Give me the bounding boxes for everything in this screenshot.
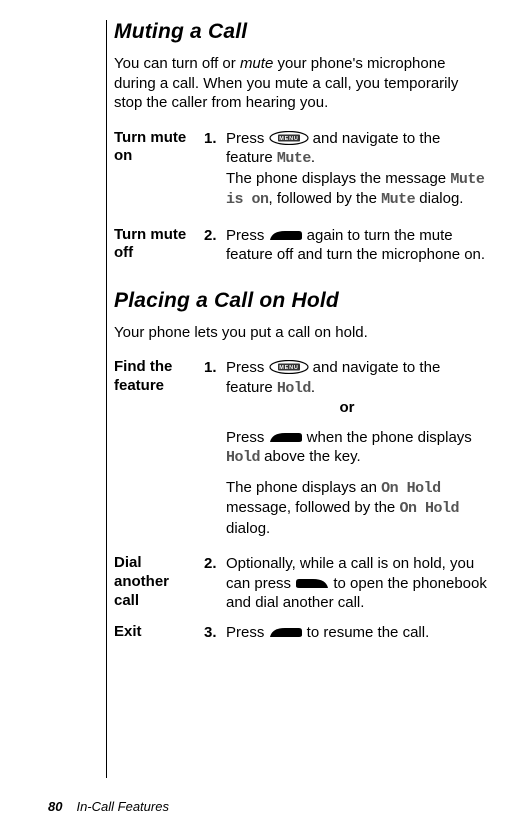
step-text: Press MENU and navigate to the feature H… (226, 358, 490, 398)
step: 2. Press again to turn the mute feature … (204, 226, 490, 265)
t: The phone displays the message (226, 170, 450, 187)
svg-text:MENU: MENU (279, 365, 298, 371)
step: 2. Optionally, while a call is on hold, … (204, 554, 490, 613)
step-text: Press to resume the call. (226, 623, 490, 643)
t: above the key. (260, 448, 361, 465)
row-turn-mute-on: Turn mute on 1. Press MENU and navigate … (114, 129, 490, 220)
t: The phone displays an (226, 479, 381, 496)
t: Press (226, 429, 269, 446)
row-body: 1. Press MENU and navigate to the featur… (204, 129, 490, 220)
step-number: 1. (204, 129, 226, 169)
mono-text: Mute (381, 191, 415, 208)
mono-text: On Hold (381, 480, 441, 497)
mono-text: Hold (277, 380, 311, 397)
mono-text: On Hold (399, 500, 459, 517)
t: when the phone displays (303, 429, 472, 446)
row-body: 3. Press to resume the call. (204, 623, 490, 643)
intro-em: mute (240, 55, 273, 72)
soft-key-right-icon (269, 431, 303, 443)
t: . (311, 379, 315, 396)
row-body: 1. Press MENU and navigate to the featur… (204, 358, 490, 548)
row-find-feature: Find the feature 1. Press MENU and navig… (114, 358, 490, 548)
step: 3. Press to resume the call. (204, 623, 490, 643)
row-label: Find the feature (114, 358, 204, 548)
step-text: Press MENU and navigate to the feature M… (226, 129, 490, 169)
soft-key-right-icon (269, 626, 303, 638)
footer-title: In-Call Features (76, 799, 168, 814)
row-label: Turn mute off (114, 226, 204, 265)
t: to resume the call. (303, 624, 430, 641)
row-label: Dial another call (114, 554, 204, 613)
intro-muting: You can turn off or mute your phone's mi… (114, 54, 490, 113)
t: dialog. (415, 190, 463, 207)
intro-hold: Your phone lets you put a call on hold. (114, 323, 490, 343)
t: Press (226, 624, 269, 641)
vertical-rule (106, 20, 107, 778)
section-title-hold: Placing a Call on Hold (114, 289, 490, 313)
row-body: 2. Press again to turn the mute feature … (204, 226, 490, 265)
menu-button-icon: MENU (269, 131, 309, 145)
step-text: Optionally, while a call is on hold, you… (226, 554, 490, 613)
page-content: Muting a Call You can turn off or mute y… (114, 20, 490, 642)
row-body: 2. Optionally, while a call is on hold, … (204, 554, 490, 613)
row-label: Turn mute on (114, 129, 204, 220)
t: message, followed by the (226, 499, 399, 516)
paragraph: The phone displays the message Mute is o… (226, 169, 490, 210)
paragraph: Press when the phone displays Hold above… (226, 428, 490, 468)
row-exit: Exit 3. Press to resume the call. (114, 623, 490, 643)
row-dial-another: Dial another call 2. Optionally, while a… (114, 554, 490, 613)
step: 1. Press MENU and navigate to the featur… (204, 358, 490, 398)
page-number: 80 (48, 799, 62, 814)
row-turn-mute-off: Turn mute off 2. Press again to turn the… (114, 226, 490, 265)
intro-text: Your phone lets you put a call on hold. (114, 324, 368, 341)
step-number: 1. (204, 358, 226, 398)
section-title-muting: Muting a Call (114, 20, 490, 44)
mono-text: Mute (277, 150, 311, 167)
t: dialog. (226, 520, 270, 537)
soft-key-left-icon (295, 577, 329, 589)
t: . (311, 149, 315, 166)
soft-key-right-icon (269, 229, 303, 241)
row-label: Exit (114, 623, 204, 643)
menu-button-icon: MENU (269, 360, 309, 374)
step: 1. Press MENU and navigate to the featur… (204, 129, 490, 169)
step-number: 3. (204, 623, 226, 643)
t: , followed by the (269, 190, 382, 207)
mono-text: Hold (226, 449, 260, 466)
step-text: Press again to turn the mute feature off… (226, 226, 490, 265)
step-number: 2. (204, 554, 226, 613)
t: Press (226, 130, 269, 147)
step-number: 2. (204, 226, 226, 265)
or-divider: or (204, 398, 490, 418)
t: Press (226, 227, 269, 244)
svg-text:MENU: MENU (279, 136, 298, 142)
intro-text: You can turn off or (114, 55, 240, 72)
page-footer: 80 In-Call Features (48, 799, 169, 814)
paragraph: The phone displays an On Hold message, f… (226, 478, 490, 539)
t: Press (226, 359, 269, 376)
